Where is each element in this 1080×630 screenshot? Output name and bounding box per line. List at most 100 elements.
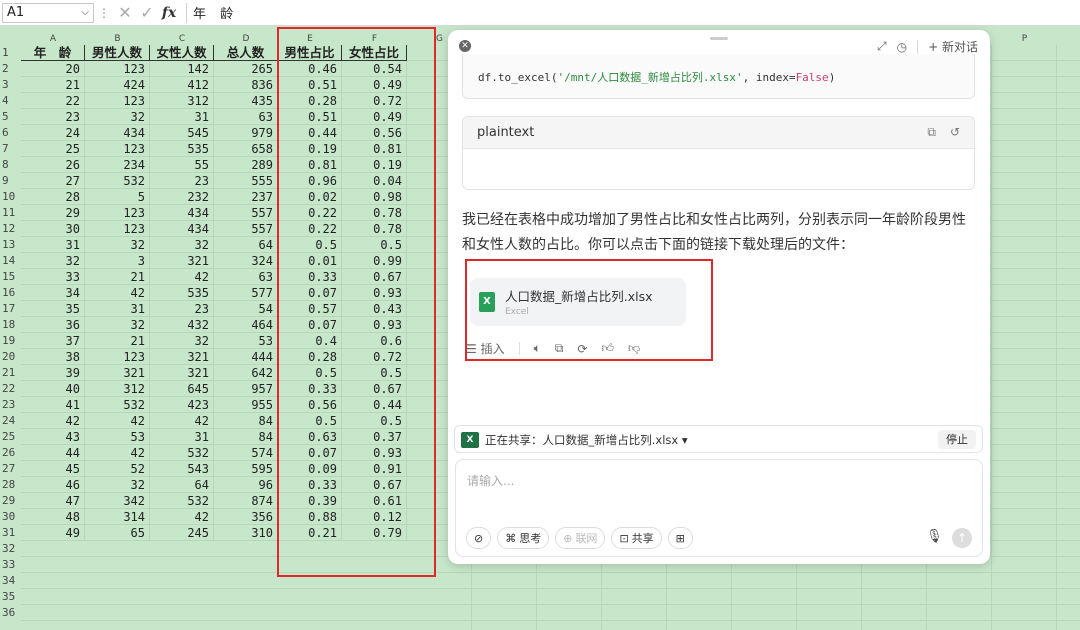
table-cell[interactable]: 30 [21, 221, 85, 237]
table-cell[interactable]: 42 [150, 413, 214, 429]
row-header[interactable]: 36 [0, 605, 20, 621]
table-cell[interactable]: 435 [214, 93, 278, 109]
table-cell[interactable]: 21 [85, 269, 150, 285]
table-cell[interactable]: 39 [21, 365, 85, 381]
row-header[interactable]: 20 [0, 349, 20, 365]
row-header[interactable]: 13 [0, 237, 20, 253]
apps-button[interactable]: ⊞ [667, 527, 693, 549]
table-cell[interactable]: 532 [85, 173, 150, 189]
table-cell[interactable]: 52 [85, 461, 150, 477]
table-cell[interactable]: 44 [21, 445, 85, 461]
row-header[interactable]: 14 [0, 253, 20, 269]
column-header-a[interactable]: A [21, 34, 85, 44]
table-cell[interactable]: 49 [21, 525, 85, 541]
table-cell[interactable]: 40 [21, 381, 85, 397]
table-cell[interactable]: 47 [21, 493, 85, 509]
table-cell[interactable]: 41 [21, 397, 85, 413]
table-cell[interactable]: 955 [214, 397, 278, 413]
row-header[interactable]: 18 [0, 317, 20, 333]
table-cell[interactable]: 957 [214, 381, 278, 397]
table-cell[interactable]: 32 [150, 333, 214, 349]
row-header[interactable]: 9 [0, 173, 20, 189]
row-header[interactable]: 1 [0, 45, 20, 61]
table-cell[interactable]: 642 [214, 365, 278, 381]
expand-icon[interactable]: ⤢ [877, 39, 887, 54]
web-search-button[interactable]: ⊕ 联网 [555, 527, 606, 549]
table-cell[interactable]: 42 [85, 445, 150, 461]
table-cell[interactable]: 464 [214, 317, 278, 333]
row-header[interactable]: 19 [0, 333, 20, 349]
row-header[interactable]: 23 [0, 397, 20, 413]
row-header[interactable]: 12 [0, 221, 20, 237]
column-header-p[interactable]: P [992, 34, 1057, 44]
table-cell[interactable]: 20 [21, 61, 85, 77]
copy-icon[interactable]: ⧉ [927, 125, 936, 140]
row-header[interactable]: 17 [0, 301, 20, 317]
stop-share-button[interactable]: 停止 [938, 430, 976, 449]
table-cell[interactable]: 25 [21, 141, 85, 157]
row-header[interactable]: 29 [0, 493, 20, 509]
table-cell[interactable]: 237 [214, 189, 278, 205]
table-cell[interactable]: 574 [214, 445, 278, 461]
row-header[interactable]: 22 [0, 381, 20, 397]
row-header[interactable]: 35 [0, 589, 20, 605]
table-cell[interactable]: 24 [21, 125, 85, 141]
table-cell[interactable]: 96 [214, 477, 278, 493]
row-header[interactable]: 10 [0, 189, 20, 205]
row-header[interactable]: 24 [0, 413, 20, 429]
row-header[interactable]: 34 [0, 573, 20, 589]
table-cell[interactable]: 836 [214, 77, 278, 93]
table-cell[interactable]: 23 [150, 301, 214, 317]
row-header[interactable]: 33 [0, 557, 20, 573]
table-cell[interactable]: 84 [214, 429, 278, 445]
table-cell[interactable]: 42 [150, 509, 214, 525]
table-cell[interactable]: 28 [21, 189, 85, 205]
table-cell[interactable]: 356 [214, 509, 278, 525]
table-cell[interactable]: 33 [21, 269, 85, 285]
table-cell[interactable]: 31 [150, 109, 214, 125]
table-cell[interactable]: 53 [214, 333, 278, 349]
table-cell[interactable]: 321 [150, 349, 214, 365]
table-cell[interactable]: 979 [214, 125, 278, 141]
table-cell[interactable]: 545 [150, 125, 214, 141]
table-cell[interactable]: 123 [85, 61, 150, 77]
table-cell[interactable]: 37 [21, 333, 85, 349]
row-header[interactable]: 21 [0, 365, 20, 381]
row-header[interactable]: 15 [0, 269, 20, 285]
table-cell[interactable]: 64 [150, 477, 214, 493]
table-cell[interactable]: 63 [214, 109, 278, 125]
table-cell[interactable]: 32 [85, 109, 150, 125]
table-cell[interactable]: 5 [85, 189, 150, 205]
table-cell[interactable]: 32 [85, 237, 150, 253]
table-cell[interactable]: 434 [85, 125, 150, 141]
wrap-icon[interactable]: ↺ [950, 125, 960, 140]
row-header[interactable]: 32 [0, 541, 20, 557]
table-cell[interactable]: 27 [21, 173, 85, 189]
table-cell[interactable]: 84 [214, 413, 278, 429]
table-cell[interactable]: 532 [150, 493, 214, 509]
table-cell[interactable]: 123 [85, 141, 150, 157]
new-chat-button[interactable]: + 新对话 [928, 38, 978, 55]
table-cell[interactable]: 532 [85, 397, 150, 413]
table-cell[interactable]: 142 [150, 61, 214, 77]
row-header[interactable]: 16 [0, 285, 20, 301]
microphone-icon[interactable]: 🎙︎ [926, 529, 943, 544]
table-cell[interactable]: 535 [150, 141, 214, 157]
table-cell[interactable]: 21 [85, 333, 150, 349]
row-header[interactable]: 4 [0, 93, 20, 109]
table-cell[interactable]: 23 [150, 173, 214, 189]
row-header[interactable]: 30 [0, 509, 20, 525]
table-cell[interactable]: 412 [150, 77, 214, 93]
table-cell[interactable]: 123 [85, 221, 150, 237]
table-cell[interactable]: 434 [150, 221, 214, 237]
table-cell[interactable]: 21 [21, 77, 85, 93]
more-icon[interactable]: ⋮ [98, 6, 110, 20]
drag-handle[interactable] [710, 37, 728, 40]
table-cell[interactable]: 54 [214, 301, 278, 317]
header-cell[interactable]: 男性人数 [85, 45, 150, 61]
row-header[interactable]: 11 [0, 205, 20, 221]
table-cell[interactable]: 38 [21, 349, 85, 365]
row-header[interactable]: 27 [0, 461, 20, 477]
table-cell[interactable]: 42 [85, 413, 150, 429]
table-cell[interactable]: 444 [214, 349, 278, 365]
